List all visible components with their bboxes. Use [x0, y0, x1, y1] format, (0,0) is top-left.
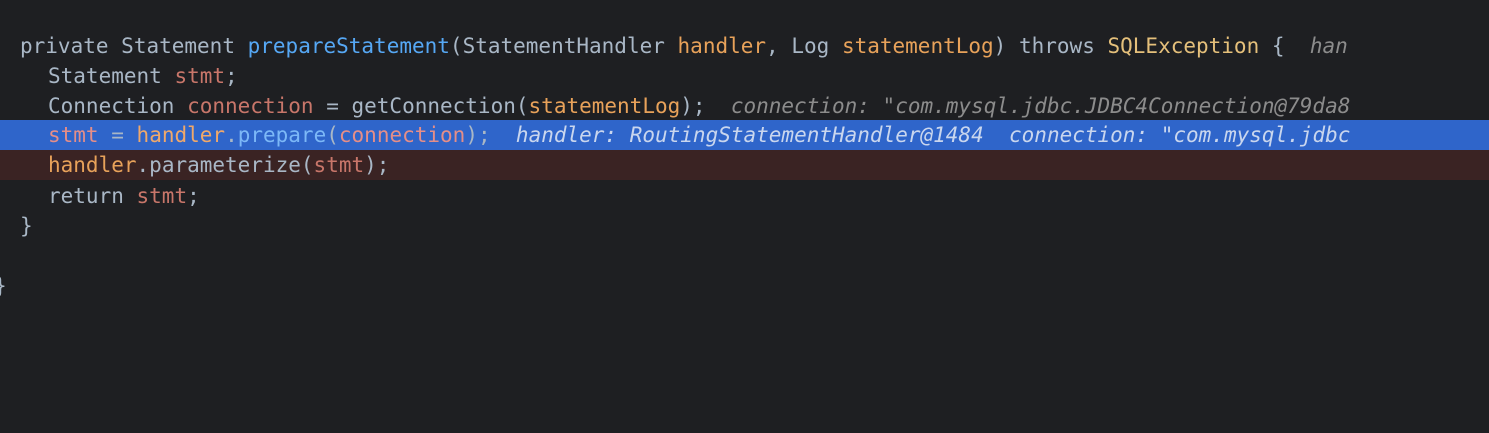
open-paren: (: [300, 153, 314, 177]
type-connection: Connection: [48, 94, 175, 118]
code-line-method-close[interactable]: }: [0, 211, 1489, 241]
code-line-return[interactable]: return stmt;: [0, 181, 1489, 211]
equals: =: [326, 94, 339, 118]
exception-type: SQLException: [1107, 34, 1260, 58]
inline-debug-hint: han: [1309, 34, 1348, 58]
var-stmt: stmt: [174, 64, 226, 88]
close-paren: );: [364, 153, 390, 177]
arg-connection: connection: [338, 123, 466, 147]
semicolon: ;: [187, 184, 200, 208]
open-paren: (: [515, 94, 529, 118]
inline-debug-hint-handler: handler: RoutingStatementHandler@1484: [515, 123, 984, 147]
param-statement-log: statementLog: [841, 34, 994, 58]
arg-statement-log: statementLog: [528, 94, 681, 118]
semicolon: ;: [225, 64, 238, 88]
code-line-current-execution[interactable]: stmt = handler.prepare(connection); hand…: [0, 120, 1489, 150]
open-brace: {: [1271, 34, 1285, 58]
code-line-class-close[interactable]: }: [0, 271, 1489, 301]
call-prepare: prepare: [237, 123, 327, 147]
param-type-log: Log: [791, 34, 830, 58]
var-connection: connection: [187, 94, 314, 118]
close-brace: }: [20, 214, 33, 238]
param-handler: handler: [677, 34, 767, 58]
code-line-connection[interactable]: Connection connection = getConnection(st…: [0, 91, 1489, 121]
dot: .: [225, 123, 238, 147]
param-type-handler: StatementHandler: [462, 34, 665, 58]
dot: .: [136, 153, 150, 177]
inline-debug-hint-connection: connection: "com.mysql.jdbc: [1009, 123, 1351, 147]
comma: ,: [766, 34, 779, 58]
code-editor[interactable]: private Statement prepareStatement(State…: [0, 0, 1489, 433]
obj-handler: handler: [48, 153, 137, 177]
open-paren: (: [449, 34, 463, 58]
code-line-method-signature[interactable]: private Statement prepareStatement(State…: [0, 31, 1489, 61]
arg-stmt: stmt: [313, 153, 365, 177]
keyword-throws: throws: [1018, 34, 1095, 58]
call-get-connection: getConnection: [351, 94, 516, 118]
return-type: Statement: [121, 34, 235, 58]
inline-debug-hint: connection: "com.mysql.jdbc.JDBC4Connect…: [730, 94, 1351, 118]
type-statement: Statement: [48, 64, 162, 88]
code-line-breakpoint[interactable]: handler.parameterize(stmt);: [0, 150, 1489, 180]
close-paren: ): [993, 34, 1007, 58]
close-paren: );: [465, 123, 491, 147]
call-parameterize: parameterize: [149, 153, 301, 177]
code-line-stmt-declaration[interactable]: Statement stmt;: [0, 61, 1489, 91]
keyword-return: return: [48, 184, 124, 208]
close-brace: }: [0, 274, 7, 298]
obj-handler: handler: [136, 123, 226, 147]
var-stmt: stmt: [136, 184, 188, 208]
equals: =: [111, 123, 124, 147]
open-paren: (: [326, 123, 339, 147]
keyword-private: private: [20, 34, 109, 58]
close-paren: );: [680, 94, 706, 118]
var-stmt: stmt: [48, 123, 99, 147]
method-name: prepareStatement: [247, 34, 450, 58]
